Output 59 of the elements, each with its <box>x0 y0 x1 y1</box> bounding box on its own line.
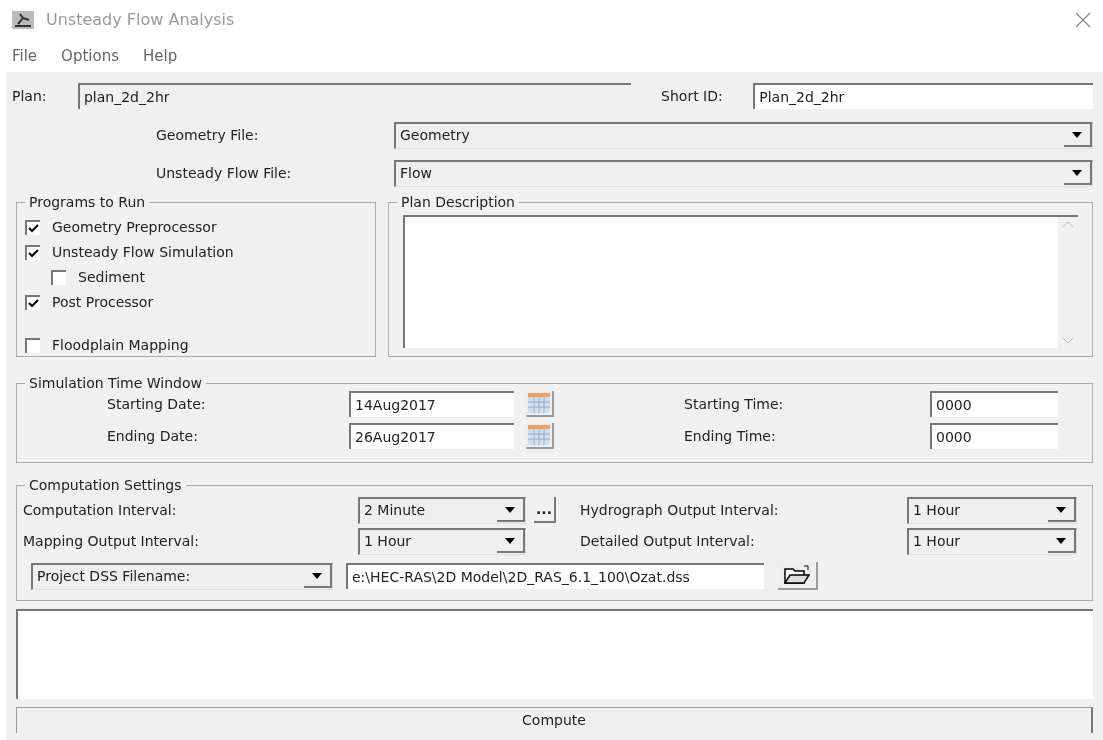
detailed-interval-dropdown[interactable]: 1 Hour <box>907 527 1077 555</box>
field-label: Unsteady Flow File: <box>155 163 293 183</box>
field-label: Short ID: <box>661 86 724 106</box>
field-label: Hydrograph Output Interval: <box>580 500 780 520</box>
checkbox-label: Post Processor <box>52 293 154 312</box>
date-field[interactable]: 26Aug2017 <box>349 423 514 449</box>
menu-item[interactable]: File <box>12 44 38 68</box>
compute-button[interactable]: Compute <box>16 707 1093 733</box>
calendar-icon <box>528 425 550 445</box>
field-label: Ending Time: <box>684 426 777 446</box>
checkmark-icon <box>28 224 39 233</box>
time-field[interactable]: 0000 <box>930 423 1058 449</box>
checkmark-icon <box>28 299 39 308</box>
caret-icon <box>505 537 515 544</box>
geometry-file-dropdown[interactable]: Geometry <box>393 121 1093 149</box>
computation-interval-dropdown[interactable]: 2 Minute <box>358 496 526 524</box>
caret-icon <box>505 506 515 513</box>
flow-file-dropdown[interactable]: Flow <box>393 159 1093 187</box>
checkbox[interactable] <box>25 220 40 235</box>
field-label: Detailed Output Interval: <box>580 531 756 551</box>
calendar-button[interactable] <box>526 391 554 417</box>
checkbox-label: Geometry Preprocessor <box>52 218 217 237</box>
close-icon[interactable] <box>1075 12 1091 28</box>
checkbox[interactable] <box>51 270 66 285</box>
field-label: Computation Interval: <box>23 500 178 520</box>
checkbox-label: Unsteady Flow Simulation <box>52 243 234 262</box>
field-label: Ending Date: <box>106 426 199 446</box>
checkbox[interactable] <box>25 338 40 353</box>
caret-icon <box>1072 131 1082 138</box>
checkbox[interactable] <box>25 245 40 260</box>
hydrograph-interval-dropdown[interactable]: 1 Hour <box>907 496 1077 524</box>
caret-icon <box>1056 537 1066 544</box>
checkbox-label: Sediment <box>78 268 145 287</box>
folder-icon <box>784 565 810 585</box>
mapping-interval-dropdown[interactable]: 1 Hour <box>358 527 526 555</box>
field-label: Starting Date: <box>106 394 207 414</box>
caret-icon <box>312 572 322 579</box>
field-label: Geometry File: <box>155 125 260 145</box>
calendar-icon <box>528 393 550 413</box>
checkbox-label: Floodplain Mapping <box>52 336 189 355</box>
more-button[interactable]: ... <box>534 497 556 523</box>
dss-selector-dropdown[interactable]: Project DSS Filename: <box>31 562 333 590</box>
checkbox[interactable] <box>25 295 40 310</box>
plan-field[interactable]: plan_2d_2hr <box>77 83 632 109</box>
field-label: Starting Time: <box>684 394 785 414</box>
menu-item[interactable]: Options <box>61 44 119 68</box>
caret-icon <box>1056 506 1066 513</box>
checkmark-icon <box>28 249 39 258</box>
time-field[interactable]: 0000 <box>930 391 1058 417</box>
short-id-field[interactable]: Plan_2d_2hr <box>753 83 1093 109</box>
dss-path-field[interactable]: e:\HEC-RAS\2D Model\2D_RAS_6.1_100\Ozat.dss <box>346 563 764 589</box>
calendar-button[interactable] <box>526 423 554 449</box>
window-title: Unsteady Flow Analysis <box>46 9 235 31</box>
caret-icon <box>1072 169 1082 176</box>
date-field[interactable]: 14Aug2017 <box>349 391 514 417</box>
menu-item[interactable]: Help <box>143 44 178 68</box>
field-label: Mapping Output Interval: <box>23 531 200 551</box>
field-label: Plan: <box>12 86 48 106</box>
app-icon <box>12 11 34 29</box>
